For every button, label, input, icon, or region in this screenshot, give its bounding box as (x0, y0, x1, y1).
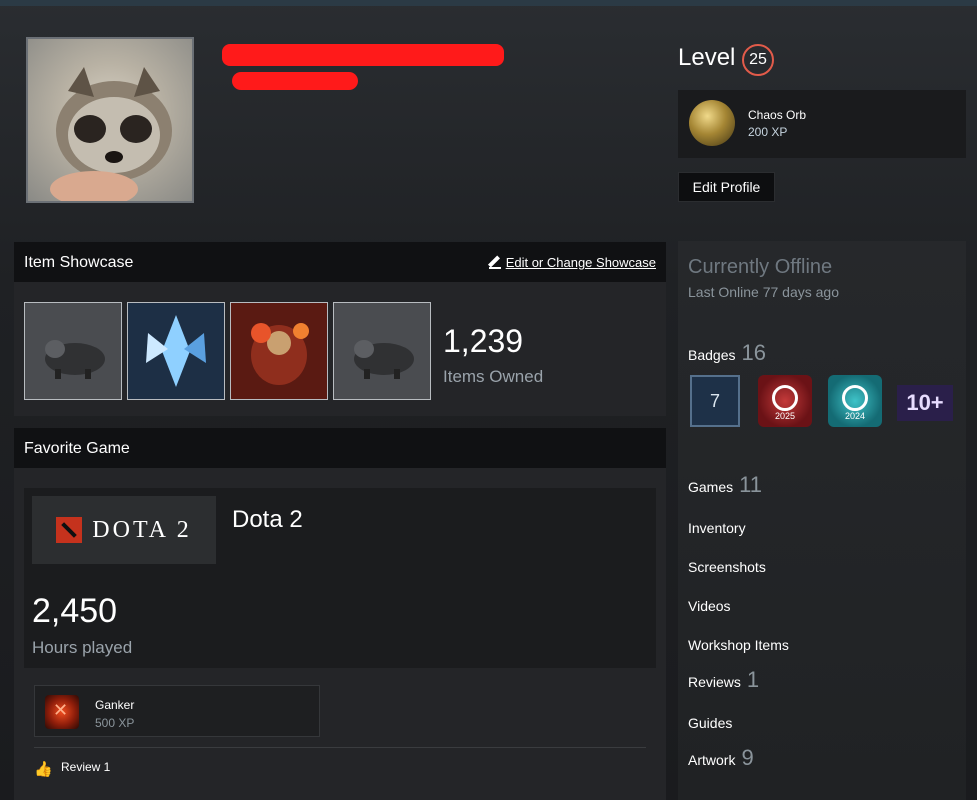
divider (34, 747, 646, 748)
steam-logo-icon (842, 385, 868, 411)
guides-link[interactable]: Guides (688, 715, 732, 731)
edit-profile-button[interactable]: Edit Profile (678, 172, 775, 202)
reviews-count: 1 (746, 667, 760, 692)
badges-link[interactable]: Badges 16 (688, 340, 766, 366)
edit-showcase-link[interactable]: Edit or Change Showcase (488, 255, 656, 270)
steam-2025-badge-icon[interactable]: 2025 (758, 375, 812, 427)
steam-2024-badge-icon[interactable]: 2024 (828, 375, 882, 427)
showcase-item-2[interactable] (127, 302, 225, 400)
items-owned-label: Items Owned (443, 367, 544, 386)
games-link[interactable]: Games 11 (688, 472, 762, 498)
steam-logo-icon (772, 385, 798, 411)
raccoon-avatar-image (50, 67, 172, 201)
beast-courier-icon (25, 303, 121, 399)
redacted-username (222, 44, 504, 66)
chaos-orb-icon (689, 100, 735, 146)
favorite-badge[interactable]: Chaos Orb 200 XP (678, 90, 966, 158)
showcase-item-1[interactable] (24, 302, 122, 400)
games-count: 11 (739, 472, 762, 497)
level-badge[interactable]: 25 (742, 44, 774, 76)
crystal-hero-icon (128, 303, 224, 399)
artwork-link[interactable]: Artwork 9 (688, 745, 754, 771)
last-online: Last Online 77 days ago (688, 284, 839, 300)
badges-label: Badges (688, 347, 736, 363)
fire-hero-icon (231, 303, 327, 399)
game-name[interactable]: Dota 2 (232, 506, 303, 534)
games-label: Games (688, 479, 734, 495)
dota-2-logo[interactable]: DOTA 2 (32, 496, 216, 564)
level-label: Level (678, 44, 736, 71)
badge-year-2025: 2025 (774, 411, 796, 421)
review-link[interactable]: Review 1 (61, 760, 110, 774)
redacted-username-scribble (232, 72, 358, 90)
showcase-item-3[interactable] (230, 302, 328, 400)
game-collector-badge-icon[interactable]: 10+ (897, 385, 953, 421)
favorite-badge-xp: 200 XP (748, 125, 788, 139)
showcase-item-4[interactable] (333, 302, 431, 400)
profile-page: Level 25 Chaos Orb 200 XP Edit Profile I… (0, 0, 977, 800)
videos-link[interactable]: Videos (688, 598, 731, 614)
beast-courier-icon (334, 303, 430, 399)
item-showcase-title: Item Showcase (24, 254, 134, 271)
game-achievement[interactable]: Ganker 500 XP (34, 685, 320, 737)
favorite-game-title: Favorite Game (24, 440, 130, 457)
profile-avatar[interactable] (26, 37, 194, 203)
ganker-achievement-icon (45, 695, 79, 729)
dota-icon (56, 517, 83, 543)
online-status: Currently Offline (688, 256, 833, 278)
edit-showcase-label: Edit or Change Showcase (505, 255, 656, 270)
achievement-name: Ganker (95, 698, 135, 712)
reviews-label: Reviews (688, 674, 741, 690)
top-border (0, 0, 977, 6)
badges-count: 16 (741, 340, 766, 365)
hours-played-count: 2,450 (32, 592, 118, 630)
item-showcase-header: Item Showcase Edit or Change Showcase (14, 242, 666, 282)
items-owned-count: 1,239 (443, 323, 524, 359)
screenshots-link[interactable]: Screenshots (688, 559, 766, 575)
pencil-icon (488, 257, 501, 269)
artwork-label: Artwork (688, 752, 736, 768)
artwork-count: 9 (741, 745, 754, 770)
workshop-items-link[interactable]: Workshop Items (688, 637, 789, 653)
favorite-game-header: Favorite Game (14, 428, 666, 468)
hours-played-label: Hours played (32, 638, 133, 657)
favorite-badge-name: Chaos Orb (748, 108, 807, 122)
achievement-xp: 500 XP (95, 716, 135, 730)
badge-year-2024: 2024 (844, 411, 866, 421)
years-of-service-icon[interactable]: 7 (690, 375, 740, 427)
dota-logo-text: DOTA 2 (92, 516, 192, 543)
thumbs-up-icon: 👍 (34, 761, 53, 778)
inventory-link[interactable]: Inventory (688, 520, 746, 536)
years-of-service-text: 7 (709, 390, 720, 411)
reviews-link[interactable]: Reviews 1 (688, 667, 759, 693)
